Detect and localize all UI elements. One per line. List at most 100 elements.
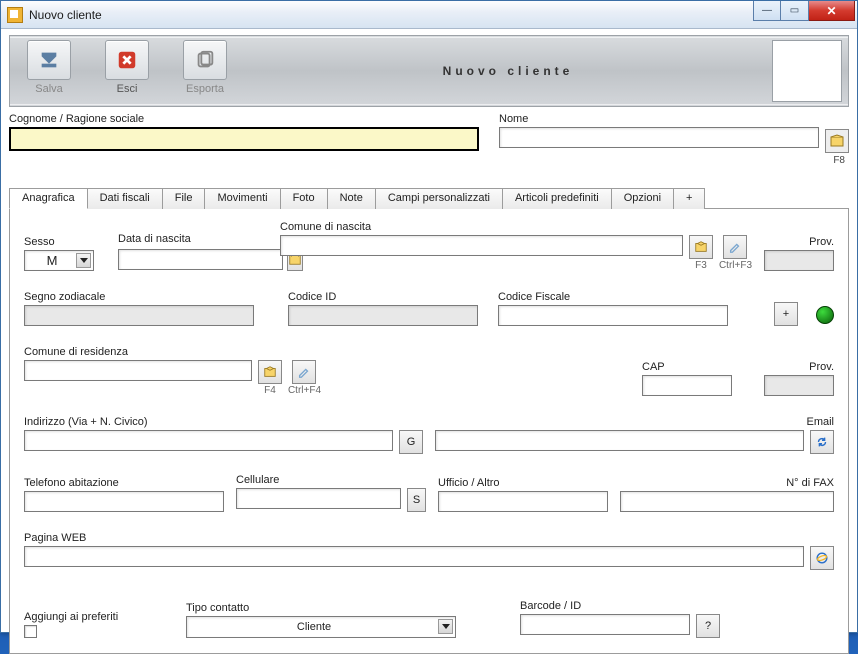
qmark-label: ? — [705, 620, 711, 632]
indirizzo-input[interactable] — [24, 430, 393, 451]
ufficio-input[interactable] — [438, 491, 608, 512]
indirizzo-g-button[interactable]: G — [399, 430, 423, 454]
fax-input[interactable] — [620, 491, 834, 512]
comune-res-label: Comune di residenza — [24, 346, 321, 358]
tipocontatto-label: Tipo contatto — [186, 602, 456, 614]
tab-dati-fiscali[interactable]: Dati fiscali — [87, 188, 163, 209]
ctrlf3-label: Ctrl+F3 — [719, 260, 752, 271]
tab-plus[interactable]: + — [673, 188, 705, 209]
toolbar-exit-wrap: Esci — [88, 36, 166, 106]
nome-label: Nome — [499, 113, 849, 125]
tab-opzioni[interactable]: Opzioni — [611, 188, 674, 209]
prov-nascita-label: Prov. — [764, 236, 834, 248]
comune-nascita-label: Comune di nascita — [280, 221, 752, 233]
refresh-icon — [815, 435, 829, 449]
cognome-input[interactable] — [9, 127, 479, 151]
pencil-icon — [728, 240, 742, 254]
cellulare-s-button[interactable]: S — [407, 488, 426, 512]
tab-articoli-label: Articoli predefiniti — [515, 192, 599, 204]
nome-input[interactable] — [499, 127, 819, 148]
cf-label: Codice Fiscale — [498, 291, 728, 303]
minimize-button[interactable]: — — [753, 1, 781, 21]
f4-label: F4 — [258, 385, 282, 396]
chevron-down-icon — [438, 619, 453, 634]
ie-icon — [815, 551, 829, 565]
cf-plus-button[interactable]: + — [774, 302, 798, 326]
preferiti-label: Aggiungi ai preferiti — [24, 611, 174, 623]
lookup-icon — [263, 365, 277, 379]
comune-res-lookup-button[interactable] — [258, 360, 282, 384]
zodiaco-field — [24, 305, 254, 326]
toolbar-thumbnail — [772, 40, 842, 102]
exit-label: Esci — [117, 83, 138, 95]
tab-movimenti-label: Movimenti — [217, 192, 267, 204]
indirizzo-label: Indirizzo (Via + N. Civico) — [24, 416, 423, 428]
pagina-web-input[interactable] — [24, 546, 804, 567]
toolbar-export-wrap: Esporta — [166, 36, 244, 106]
codice-fiscale-input[interactable] — [498, 305, 728, 326]
cognome-label: Cognome / Ragione sociale — [9, 113, 479, 125]
barcode-help-button[interactable]: ? — [696, 614, 720, 638]
tab-note[interactable]: Note — [327, 188, 376, 209]
tab-file-label: File — [175, 192, 193, 204]
barcode-input[interactable] — [520, 614, 690, 635]
tab-opzioni-label: Opzioni — [624, 192, 661, 204]
exit-button[interactable] — [105, 40, 149, 80]
barcode-label: Barcode / ID — [520, 600, 720, 612]
cellulare-input[interactable] — [236, 488, 401, 509]
codiceid-label: Codice ID — [288, 291, 478, 303]
ufficio-label: Ufficio / Altro — [438, 477, 608, 489]
tab-foto[interactable]: Foto — [280, 188, 328, 209]
app-icon — [7, 7, 23, 23]
email-refresh-button[interactable] — [810, 430, 834, 454]
comune-res-edit-button[interactable] — [292, 360, 316, 384]
toolbar-save-wrap: Salva — [10, 36, 88, 106]
fax-label: N° di FAX — [620, 477, 834, 489]
tipocontatto-select[interactable]: Cliente — [186, 616, 456, 638]
tab-campi-label: Campi personalizzati — [388, 192, 490, 204]
tipocontatto-value: Cliente — [191, 621, 437, 633]
comune-residenza-input[interactable] — [24, 360, 252, 381]
tab-anagrafica[interactable]: Anagrafica — [9, 188, 88, 209]
prov-res-label: Prov. — [764, 361, 834, 373]
email-input[interactable] — [435, 430, 804, 451]
window-title: Nuovo cliente — [29, 8, 753, 22]
export-button[interactable] — [183, 40, 227, 80]
export-label: Esporta — [186, 83, 224, 95]
toolbar: Salva Esci Esporta Nuovo cliente — [9, 35, 849, 107]
prov-nascita-field — [764, 250, 834, 271]
f8-button[interactable] — [825, 129, 849, 153]
app-window: Nuovo cliente — ▭ ✕ Salva Esci Esporta N… — [0, 0, 858, 633]
tab-file[interactable]: File — [162, 188, 206, 209]
comune-nascita-edit-button[interactable] — [723, 235, 747, 259]
sesso-label: Sesso — [24, 236, 94, 248]
preferiti-checkbox[interactable] — [24, 625, 37, 638]
toolbar-title: Nuovo cliente — [244, 36, 772, 106]
close-icon — [116, 49, 138, 71]
sesso-select[interactable]: M — [24, 250, 94, 271]
ctrlf4-label: Ctrl+F4 — [288, 385, 321, 396]
prov-res-field — [764, 375, 834, 396]
cap-label: CAP — [642, 361, 732, 373]
cap-input[interactable] — [642, 375, 732, 396]
s-label: S — [413, 494, 420, 506]
comune-nascita-lookup-button[interactable] — [689, 235, 713, 259]
export-icon — [194, 49, 216, 71]
titlebar: Nuovo cliente — ▭ ✕ — [1, 1, 857, 29]
telefono-input[interactable] — [24, 491, 224, 512]
tab-campi[interactable]: Campi personalizzati — [375, 188, 503, 209]
pencil-icon — [297, 365, 311, 379]
comune-nascita-input[interactable] — [280, 235, 683, 256]
chevron-down-icon — [76, 253, 91, 268]
tab-strip: Anagrafica Dati fiscali File Movimenti F… — [9, 187, 849, 209]
maximize-button[interactable]: ▭ — [781, 1, 809, 21]
web-open-button[interactable] — [810, 546, 834, 570]
data-nascita-input[interactable] — [118, 249, 283, 270]
close-button[interactable]: ✕ — [809, 1, 855, 21]
save-button[interactable] — [27, 40, 71, 80]
dn-label: Data di nascita — [118, 233, 268, 245]
tab-movimenti[interactable]: Movimenti — [204, 188, 280, 209]
sesso-value: M — [29, 253, 75, 268]
tab-anagrafica-label: Anagrafica — [22, 192, 75, 204]
tab-articoli[interactable]: Articoli predefiniti — [502, 188, 612, 209]
